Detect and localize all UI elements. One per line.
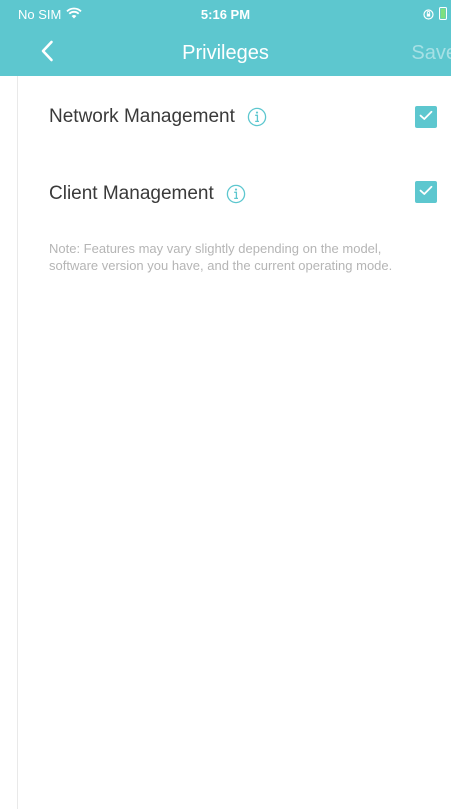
page-title: Privileges: [182, 42, 269, 64]
row-label-group: Client Management: [49, 183, 246, 205]
row-label: Client Management: [49, 183, 214, 204]
check-icon: [419, 108, 433, 126]
network-management-checkbox[interactable]: [415, 106, 437, 128]
features-note: Note: Features may vary slightly dependi…: [49, 241, 393, 273]
info-icon[interactable]: [226, 184, 246, 204]
status-bar: No SIM 5:16 PM: [0, 0, 451, 30]
status-time: 5:16 PM: [200, 7, 251, 22]
battery-icon: [439, 7, 447, 23]
client-management-checkbox[interactable]: [415, 181, 437, 203]
info-icon[interactable]: [247, 107, 267, 127]
row-label: Network Management: [49, 106, 235, 127]
privileges-screen: No SIM 5:16 PM Privileges Sav Network Ma…: [0, 0, 451, 809]
privilege-row-client-management: Client Management: [0, 155, 451, 231]
orientation-lock-icon: [423, 8, 434, 23]
row-label-group: Network Management: [49, 106, 267, 128]
status-right: [423, 7, 447, 23]
privilege-row-network-management: Network Management: [0, 78, 451, 154]
check-icon: [419, 183, 433, 201]
save-button[interactable]: Save: [411, 42, 451, 65]
nav-bar: Privileges Save: [0, 30, 451, 76]
